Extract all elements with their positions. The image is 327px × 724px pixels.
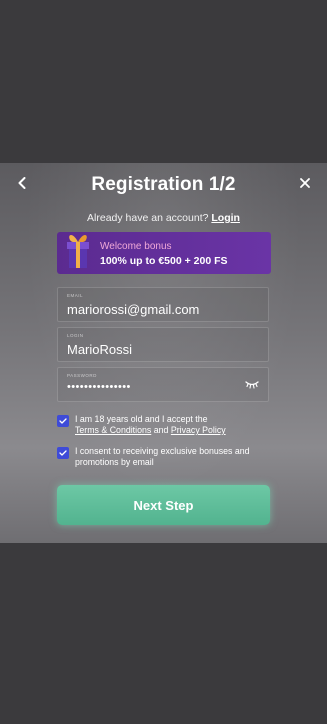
eye-closed-icon[interactable] xyxy=(245,380,259,389)
login-prompt: Already have an account? Login xyxy=(0,212,327,224)
login-input[interactable]: MarioRossi xyxy=(67,342,132,357)
check-icon xyxy=(59,450,67,456)
next-step-button[interactable]: Next Step xyxy=(57,485,270,525)
terms-joiner: and xyxy=(153,425,169,435)
terms-consent-text: I am 18 years old and I accept the Terms… xyxy=(75,414,226,436)
check-icon xyxy=(59,418,67,424)
terms-checkbox[interactable] xyxy=(57,415,69,427)
login-prompt-text: Already have an account? xyxy=(87,212,209,224)
email-input[interactable]: mariorossi@gmail.com xyxy=(67,302,199,317)
login-link[interactable]: Login xyxy=(211,212,240,224)
email-field[interactable]: EMAIL mariorossi@gmail.com xyxy=(57,287,269,322)
password-field[interactable]: PASSWORD ••••••••••••••• xyxy=(57,367,269,402)
close-button[interactable] xyxy=(297,174,313,192)
welcome-bonus-banner[interactable]: Welcome bonus 100% up to €500 + 200 FS xyxy=(57,232,271,274)
promo-checkbox[interactable] xyxy=(57,447,69,459)
password-label: PASSWORD xyxy=(67,373,97,378)
bonus-offer: 100% up to €500 + 200 FS xyxy=(100,255,228,267)
password-input[interactable]: ••••••••••••••• xyxy=(67,381,131,393)
promo-consent-text: I consent to receiving exclusive bonuses… xyxy=(75,446,250,467)
privacy-policy-link[interactable]: Privacy Policy xyxy=(171,425,226,435)
email-label: EMAIL xyxy=(67,293,84,298)
login-field[interactable]: LOGIN MarioRossi xyxy=(57,327,269,362)
terms-link[interactable]: Terms & Conditions xyxy=(75,425,151,435)
bonus-subtitle: Welcome bonus xyxy=(100,241,172,252)
login-label: LOGIN xyxy=(67,333,84,338)
terms-prefix: I am 18 years old and I accept the xyxy=(75,414,208,424)
gift-icon xyxy=(67,235,89,268)
registration-modal: Registration 1/2 Already have an account… xyxy=(0,163,327,543)
close-icon xyxy=(300,178,310,188)
page-title: Registration 1/2 xyxy=(91,174,236,195)
